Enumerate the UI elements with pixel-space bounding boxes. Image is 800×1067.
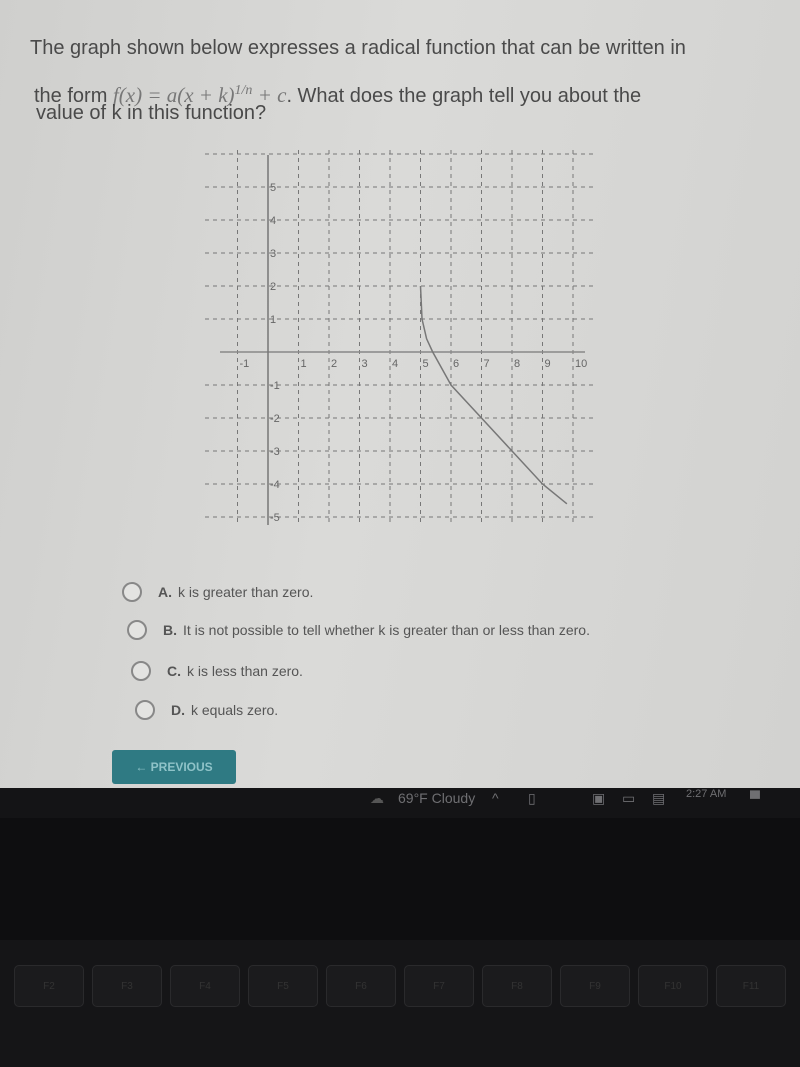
touchpad-icon[interactable]: ▤: [652, 790, 665, 807]
y-tick-label: -2: [270, 413, 280, 425]
network-icon[interactable]: ▯: [528, 790, 536, 807]
cloud-icon: ☁: [370, 790, 384, 806]
x-tick-label: 5: [423, 358, 429, 370]
y-tick-label: 2: [270, 281, 276, 293]
x-tick-label: -1: [240, 358, 250, 370]
question-suffix: . What does the graph tell you about the: [286, 85, 642, 107]
answer-option-a[interactable]: A. k is greater than zero.: [122, 582, 313, 602]
question-line-1: The graph shown below expresses a radica…: [30, 37, 686, 59]
weather-text[interactable]: 69°F Cloudy: [398, 790, 475, 806]
radio-button[interactable]: [122, 582, 142, 602]
y-tick-label: 4: [270, 215, 276, 227]
x-tick-label: 1: [301, 358, 307, 370]
clock[interactable]: 2:27 AM: [686, 788, 726, 800]
y-tick-label: -3: [270, 446, 280, 458]
y-tick-label: -4: [270, 479, 280, 491]
question-line-3: value of k in this function?: [36, 102, 267, 124]
x-tick-label: 4: [392, 358, 398, 370]
key-f11[interactable]: F11: [716, 965, 786, 1007]
option-text: k equals zero.: [191, 702, 279, 718]
x-tick-label: 6: [453, 358, 459, 370]
key-f5[interactable]: F5: [248, 965, 318, 1007]
option-letter: D.: [171, 702, 185, 718]
y-tick-label: 1: [270, 314, 276, 326]
battery-icon[interactable]: ▭: [622, 790, 635, 807]
screen: The graph shown below expresses a radica…: [0, 0, 800, 788]
display-icon[interactable]: ▣: [592, 790, 605, 807]
x-tick-label: 9: [545, 358, 551, 370]
taskbar: ☁ 69°F Cloudy ^ ▯ ▣ ▭ ▤ 2:27 AM ▀: [0, 788, 800, 818]
radio-button[interactable]: [127, 620, 147, 640]
answer-option-c[interactable]: C. k is less than zero.: [131, 661, 303, 681]
option-letter: C.: [167, 663, 181, 679]
key-f6[interactable]: F6: [326, 965, 396, 1007]
key-f7[interactable]: F7: [404, 965, 474, 1007]
key-f10[interactable]: F10: [638, 965, 708, 1007]
answer-option-d[interactable]: D. k equals zero.: [135, 700, 278, 720]
notification-icon[interactable]: ▀: [750, 790, 760, 806]
y-tick-label: 3: [270, 248, 276, 260]
x-tick-label: 2: [331, 358, 337, 370]
key-f8[interactable]: F8: [482, 965, 552, 1007]
key-f3[interactable]: F3: [92, 965, 162, 1007]
radio-button[interactable]: [131, 661, 151, 681]
radical-function-graph: -1 1 2 3 4 5 6 7 8 9 10 5 4 3 2 1 -1 -2 -3 -4 -5: [205, 150, 595, 525]
chevron-up-icon[interactable]: ^: [492, 790, 499, 806]
previous-button[interactable]: ← PREVIOUS: [112, 750, 236, 784]
key-f2[interactable]: F2: [14, 965, 84, 1007]
answer-option-b[interactable]: B. It is not possible to tell whether k i…: [127, 620, 590, 640]
x-tick-label: 8: [514, 358, 520, 370]
key-f9[interactable]: F9: [560, 965, 630, 1007]
option-text: k is greater than zero.: [178, 584, 314, 600]
radio-button[interactable]: [135, 700, 155, 720]
option-letter: A.: [158, 584, 172, 600]
x-tick-label: 3: [362, 358, 368, 370]
y-tick-label: -5: [270, 512, 280, 524]
y-tick-label: 5: [270, 182, 276, 194]
option-letter: B.: [163, 622, 177, 638]
option-text: It is not possible to tell whether k is …: [183, 622, 590, 638]
option-text: k is less than zero.: [187, 663, 303, 679]
y-tick-label: -1: [270, 380, 280, 392]
x-tick-label: 10: [575, 358, 587, 370]
x-tick-label: 7: [484, 358, 490, 370]
keyboard: F2 F3 F4 F5 F6 F7 F8 F9 F10 F11: [0, 940, 800, 1067]
key-f4[interactable]: F4: [170, 965, 240, 1007]
formula-exponent: 1/n: [234, 83, 253, 98]
